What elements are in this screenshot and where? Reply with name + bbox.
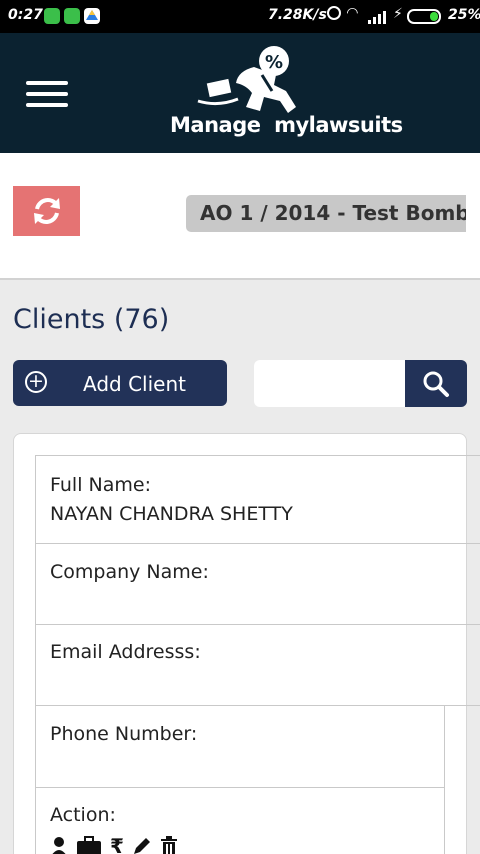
page-title: Clients (76) — [13, 304, 170, 335]
battery-percent: 25% — [448, 7, 480, 23]
menu-icon[interactable] — [26, 81, 68, 107]
search-button[interactable] — [405, 360, 467, 407]
running-man-logo-icon: % — [197, 46, 296, 113]
signal-icon — [368, 10, 388, 24]
app-notification-icon — [64, 8, 80, 24]
wifi-icon: ◠ — [347, 5, 358, 21]
refresh-icon — [33, 198, 60, 224]
email-row: Email Addresss: — [36, 625, 480, 706]
company-label: Company Name: — [50, 561, 209, 583]
full-name-row: Full Name: NAYAN CHANDRA SHETTY — [36, 456, 480, 544]
alarm-icon — [327, 6, 341, 20]
case-title[interactable]: AO 1 / 2014 - Test Bombay — [186, 195, 466, 232]
rupee-icon[interactable]: ₹ — [110, 836, 124, 854]
charging-icon: ⚡ — [393, 6, 403, 22]
action-label: Action: — [50, 804, 116, 826]
pencil-icon[interactable] — [132, 836, 152, 854]
trash-icon[interactable] — [160, 836, 178, 854]
app-notification-icon — [44, 8, 60, 24]
email-label: Email Addresss: — [50, 641, 201, 663]
full-name-label: Full Name: — [50, 474, 151, 496]
drive-icon — [84, 8, 100, 24]
add-circle-icon: + — [25, 371, 47, 393]
user-icon[interactable] — [50, 836, 68, 854]
phone-row: Phone Number: — [36, 706, 445, 788]
app-logo[interactable]: % Manage mylawsuits — [168, 41, 403, 145]
network-speed: 7.28K/s — [268, 7, 327, 23]
add-client-button[interactable]: + Add Client — [13, 360, 227, 406]
logo-text: Manage mylawsuits — [170, 113, 403, 137]
action-icons: ₹ — [50, 836, 178, 854]
full-name-value: NAYAN CHANDRA SHETTY — [50, 503, 293, 525]
search-input[interactable] — [254, 360, 406, 407]
app-header: % Manage mylawsuits — [0, 33, 480, 153]
phone-label: Phone Number: — [50, 723, 198, 745]
case-bar: AO 1 / 2014 - Test Bombay — [0, 153, 480, 280]
status-bar: 0:27 7.28K/s ◠ ⚡ 25% — [0, 0, 480, 33]
search-icon — [423, 371, 449, 397]
battery-icon — [407, 9, 441, 24]
briefcase-icon[interactable] — [76, 836, 102, 854]
company-row: Company Name: — [36, 544, 480, 625]
add-client-label: Add Client — [83, 372, 186, 396]
action-row: Action: ₹ — [36, 788, 445, 854]
refresh-button[interactable] — [13, 186, 80, 236]
client-details-table: Full Name: NAYAN CHANDRA SHETTY Company … — [35, 455, 480, 854]
logo-badge: % — [265, 52, 283, 73]
status-time: 0:27 — [8, 7, 43, 23]
